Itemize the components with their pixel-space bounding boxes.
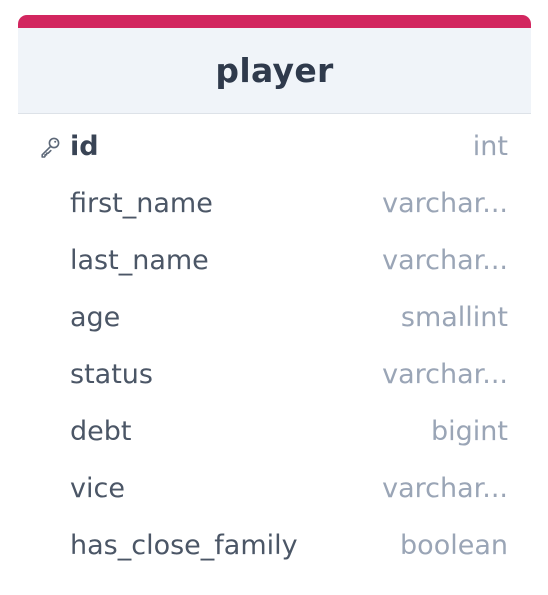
column-name: has_close_family: [70, 530, 298, 561]
column-type: bigint: [431, 416, 508, 447]
column-type: int: [472, 131, 508, 162]
column-row-id[interactable]: id int: [18, 118, 531, 175]
column-row-last-name[interactable]: last_name varchar...: [18, 232, 531, 289]
column-row-has-close-family[interactable]: has_close_family boolean: [18, 517, 531, 574]
table-header[interactable]: player: [18, 28, 531, 114]
column-name: vice: [70, 473, 125, 504]
column-name: age: [70, 302, 121, 333]
column-list: id int first_name varchar... last_name v…: [18, 118, 531, 574]
column-type: varchar...: [382, 188, 508, 219]
column-name: last_name: [70, 245, 209, 276]
column-name: debt: [70, 416, 132, 447]
column-type: smallint: [400, 302, 508, 333]
column-row-first-name[interactable]: first_name varchar...: [18, 175, 531, 232]
column-row-age[interactable]: age smallint: [18, 289, 531, 346]
column-type: boolean: [400, 530, 508, 561]
column-type: varchar...: [382, 473, 508, 504]
column-type: varchar...: [382, 359, 508, 390]
column-type: varchar...: [382, 245, 508, 276]
column-row-debt[interactable]: debt bigint: [18, 403, 531, 460]
table-accent-bar: [18, 15, 531, 28]
column-name: first_name: [70, 188, 213, 219]
column-row-vice[interactable]: vice varchar...: [18, 460, 531, 517]
column-row-status[interactable]: status varchar...: [18, 346, 531, 403]
column-name: status: [70, 359, 153, 390]
column-name: id: [70, 131, 99, 162]
key-icon: [38, 135, 62, 159]
table-card-player[interactable]: player id int first_name varchar... last…: [18, 15, 531, 577]
table-title: player: [215, 51, 334, 90]
